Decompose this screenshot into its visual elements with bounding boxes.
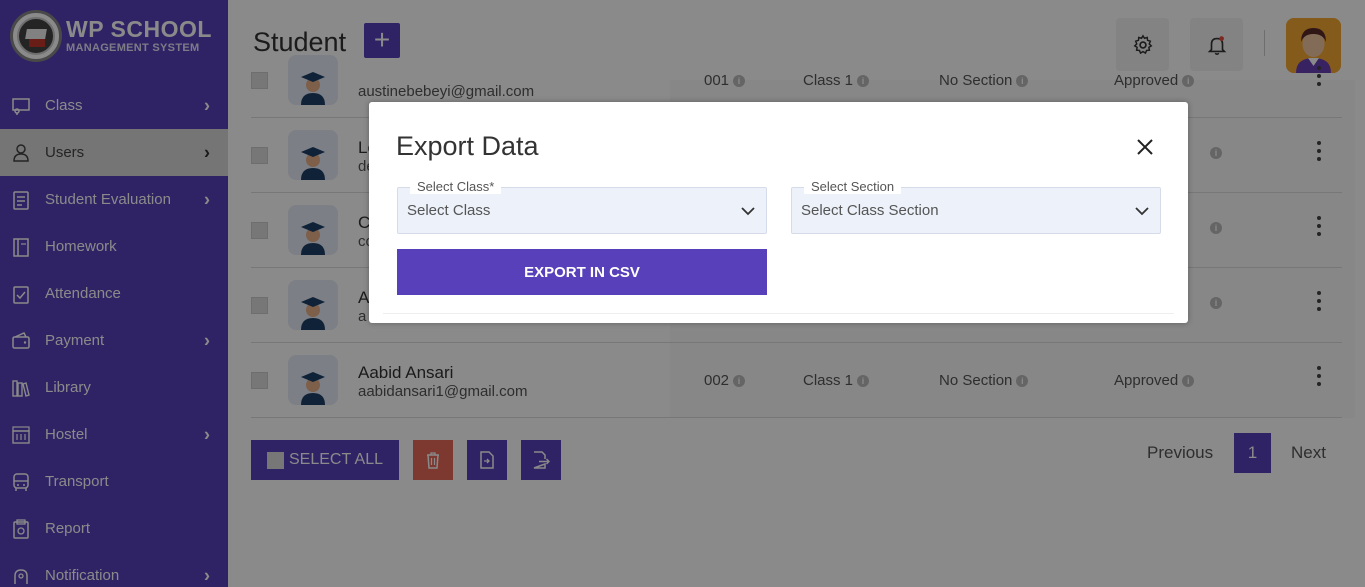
close-icon xyxy=(1137,139,1153,155)
select-class-dropdown[interactable]: Select Class* Select Class xyxy=(397,179,767,234)
select-section-dropdown[interactable]: Select Section Select Class Section xyxy=(791,179,1161,234)
modal-divider xyxy=(383,313,1174,314)
modal-title: Export Data xyxy=(396,131,539,161)
chevron-down-icon xyxy=(1135,207,1149,216)
select-class-label: Select Class* xyxy=(410,179,502,194)
select-section-value: Select Class Section xyxy=(801,202,939,219)
select-class-value: Select Class xyxy=(407,202,491,219)
export-csv-button[interactable]: EXPORT IN CSV xyxy=(397,249,767,295)
select-section-label: Select Section xyxy=(804,179,902,194)
export-data-modal: Export Data Select Class* Select Class S… xyxy=(369,102,1188,323)
close-button[interactable] xyxy=(1135,137,1155,157)
chevron-down-icon xyxy=(741,207,755,216)
